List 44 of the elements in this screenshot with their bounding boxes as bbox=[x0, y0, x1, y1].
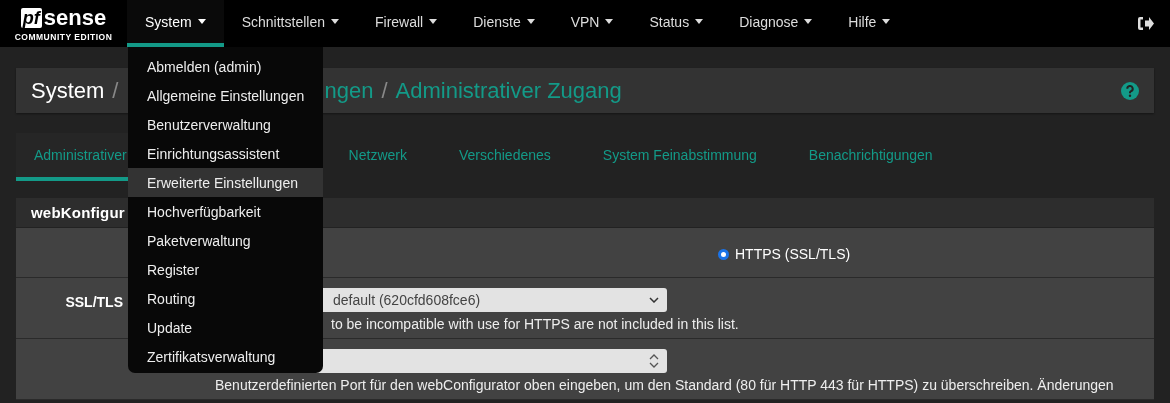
menu-item[interactable]: Zertifikatsverwaltung bbox=[128, 342, 323, 371]
breadcrumb-link[interactable]: ngen bbox=[324, 77, 374, 104]
tab[interactable]: System Feinabstimmung bbox=[584, 133, 775, 181]
menu-item[interactable]: Paketverwaltung bbox=[128, 226, 323, 255]
nav-item[interactable]: Schnittstellen bbox=[223, 0, 357, 47]
menu-item[interactable]: Update bbox=[128, 313, 323, 342]
menu-item[interactable]: Register bbox=[128, 255, 323, 284]
help-text: Benutzerdefinierten Port für den webConfigurator oben eingeben, um den Standard (80 für HTTP 443 für HTTPS) zu überschreiben. Änderungen bbox=[215, 377, 1115, 393]
spinner-icon[interactable] bbox=[649, 353, 659, 369]
menu-item[interactable]: Abmelden (admin) bbox=[128, 52, 323, 81]
caret-icon bbox=[804, 19, 813, 24]
logout-icon[interactable] bbox=[1137, 16, 1154, 31]
menu-item[interactable]: Allgemeine Einstellungen bbox=[128, 81, 323, 110]
tab[interactable]: Verschiedenes bbox=[440, 133, 569, 181]
caret-icon bbox=[882, 19, 891, 24]
radio-button[interactable] bbox=[718, 248, 729, 260]
nav-item[interactable]: Hilfe bbox=[830, 0, 909, 47]
caret-icon bbox=[197, 19, 206, 24]
menu-item[interactable]: Hochverfügbarkeit bbox=[128, 197, 323, 226]
menu-item[interactable]: Erweiterte Einstellungen bbox=[128, 168, 323, 197]
caret-icon bbox=[330, 19, 339, 24]
caret-icon bbox=[695, 19, 704, 24]
tab[interactable]: Benachrichtigungen bbox=[790, 133, 951, 181]
caret-icon bbox=[605, 19, 614, 24]
caret-icon bbox=[429, 19, 438, 24]
brand-logo[interactable]: pf sense COMMUNITY EDITION bbox=[0, 0, 127, 47]
tab[interactable]: Netzwerk bbox=[330, 133, 425, 181]
breadcrumb-separator: / bbox=[112, 77, 119, 104]
nav-item[interactable]: Diagnose bbox=[721, 0, 831, 47]
nav-item[interactable]: Status bbox=[631, 0, 722, 47]
nav-item[interactable]: Firewall bbox=[356, 0, 456, 47]
help-icon[interactable] bbox=[1121, 81, 1139, 100]
breadcrumb-separator: / bbox=[381, 77, 388, 104]
panel-title: webKonfigur bbox=[31, 204, 125, 221]
radio-option[interactable]: HTTPS (SSL/TLS) bbox=[718, 246, 851, 262]
breadcrumb-link[interactable]: Administrativer Zugang bbox=[395, 77, 622, 104]
chevron-down-icon bbox=[649, 297, 659, 303]
field-label: SSL/TLS bbox=[65, 294, 123, 312]
nav-item[interactable]: VPN bbox=[552, 0, 632, 47]
help-text: to be incompatible with use for HTTPS are not included in this list. bbox=[331, 316, 740, 332]
caret-icon bbox=[526, 19, 535, 24]
breadcrumb-text: System bbox=[31, 77, 105, 104]
nav-item[interactable]: Dienste bbox=[455, 0, 553, 47]
nav-item[interactable]: System bbox=[127, 0, 224, 47]
